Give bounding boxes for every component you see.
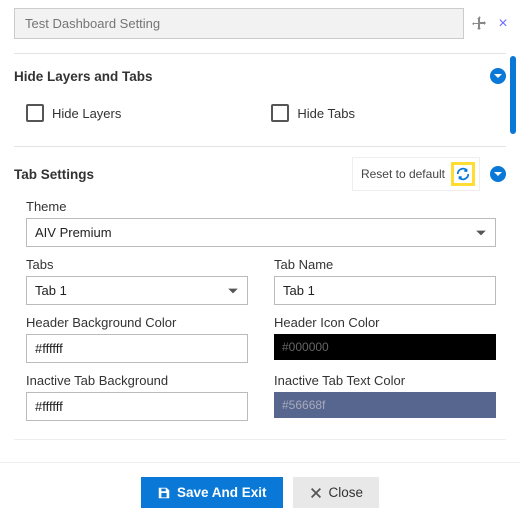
refresh-icon bbox=[456, 167, 470, 181]
tabs-label: Tabs bbox=[26, 257, 248, 272]
hide-section-title: Hide Layers and Tabs bbox=[14, 69, 153, 84]
hide-tabs-checkbox[interactable]: Hide Tabs bbox=[271, 104, 355, 122]
hide-section-header[interactable]: Hide Layers and Tabs bbox=[14, 62, 506, 90]
tab-settings-title: Tab Settings bbox=[14, 167, 94, 182]
header-bg-input[interactable] bbox=[26, 334, 248, 363]
reset-to-default: Reset to default bbox=[352, 157, 480, 191]
tabname-input[interactable] bbox=[274, 276, 496, 305]
chevron-down-icon[interactable] bbox=[490, 166, 506, 182]
header-icon-label: Header Icon Color bbox=[274, 315, 496, 330]
theme-select[interactable]: AIV Premium bbox=[26, 218, 496, 247]
inactive-text-color-input[interactable]: #56668f bbox=[274, 392, 496, 418]
tabname-label: Tab Name bbox=[274, 257, 496, 272]
reset-label: Reset to default bbox=[361, 167, 445, 181]
header-bg-label: Header Background Color bbox=[26, 315, 248, 330]
chevron-down-icon[interactable] bbox=[490, 68, 506, 84]
save-and-exit-button[interactable]: Save And Exit bbox=[141, 477, 283, 508]
tabs-value: Tab 1 bbox=[35, 283, 67, 298]
close-icon[interactable]: × bbox=[494, 15, 512, 33]
tabs-select[interactable]: Tab 1 bbox=[26, 276, 248, 305]
hide-layers-checkbox[interactable]: Hide Layers bbox=[26, 104, 121, 122]
reset-button[interactable] bbox=[451, 162, 475, 186]
hide-tabs-label: Hide Tabs bbox=[297, 106, 355, 121]
theme-label: Theme bbox=[26, 199, 496, 214]
theme-value: AIV Premium bbox=[35, 225, 112, 240]
checkbox-icon bbox=[271, 104, 289, 122]
hide-layers-label: Hide Layers bbox=[52, 106, 121, 121]
inactive-bg-input[interactable] bbox=[26, 392, 248, 421]
cutoff-row bbox=[14, 439, 506, 448]
move-icon[interactable] bbox=[470, 15, 488, 33]
close-icon bbox=[309, 486, 323, 500]
checkbox-icon bbox=[26, 104, 44, 122]
close-button[interactable]: Close bbox=[293, 477, 380, 508]
chevron-down-icon bbox=[475, 227, 487, 239]
chevron-down-icon bbox=[227, 285, 239, 297]
content-area: Hide Layers and Tabs Hide Layers Hide Ta… bbox=[0, 39, 520, 459]
save-icon bbox=[157, 486, 171, 500]
inactive-text-label: Inactive Tab Text Color bbox=[274, 373, 496, 388]
close-label: Close bbox=[329, 485, 364, 500]
inactive-bg-label: Inactive Tab Background bbox=[26, 373, 248, 388]
save-label: Save And Exit bbox=[177, 485, 267, 500]
dashboard-title-input[interactable] bbox=[14, 8, 464, 39]
header-icon-color-input[interactable]: #000000 bbox=[274, 334, 496, 360]
